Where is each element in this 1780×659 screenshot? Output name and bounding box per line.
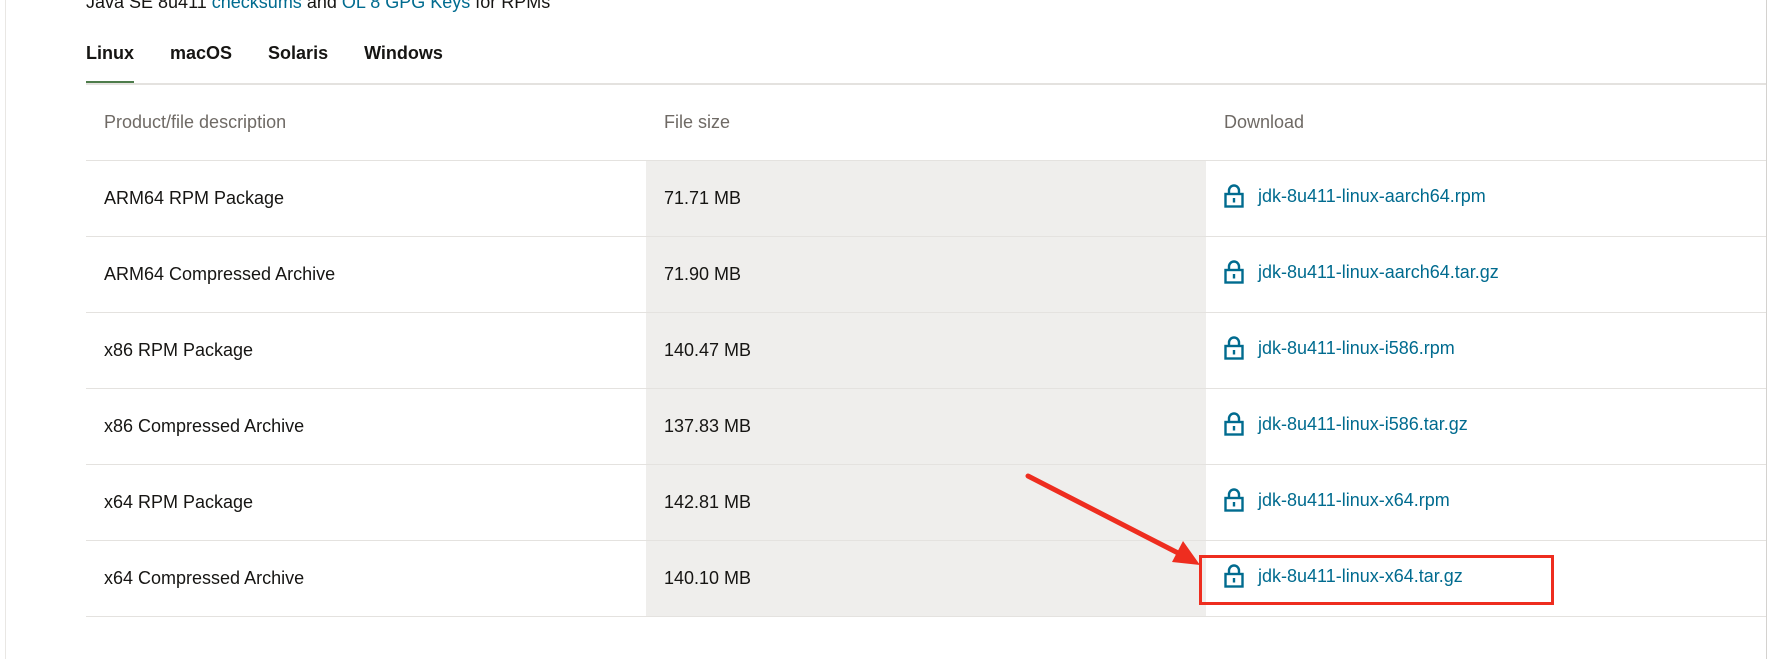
highlight-box	[1199, 555, 1554, 605]
and-text: and	[306, 0, 337, 12]
download-link[interactable]: jdk-8u411-linux-x64.rpm	[1224, 488, 1450, 512]
table-row: x86 Compressed Archive 137.83 MB jdk-8u411…	[86, 388, 1766, 465]
tab-macos[interactable]: macOS	[170, 38, 232, 86]
row-download-cell: jdk-8u411-linux-x64.rpm	[1206, 464, 1766, 541]
download-link[interactable]: jdk-8u411-linux-aarch64.tar.gz	[1224, 260, 1499, 284]
row-file-size: 140.47 MB	[646, 312, 1206, 389]
column-header-file-size: File size	[646, 85, 1206, 161]
downloads-table-wrapper: Product/file description File size Downl…	[86, 85, 1766, 617]
table-row: ARM64 Compressed Archive 71.90 MB jdk-8u41…	[86, 236, 1766, 313]
table-row: ARM64 RPM Package 71.71 MB jdk-8u411-linux…	[86, 160, 1766, 237]
row-file-size: 142.81 MB	[646, 464, 1206, 541]
download-filename: jdk-8u411-linux-aarch64.tar.gz	[1258, 261, 1499, 282]
gpg-keys-link[interactable]: OL 8 GPG Keys	[342, 0, 470, 12]
downloads-table: Product/file description File size Downl…	[86, 85, 1766, 617]
tab-windows[interactable]: Windows	[364, 38, 443, 86]
lock-icon	[1224, 184, 1244, 208]
os-tabs: Linux macOS Solaris Windows	[86, 38, 443, 86]
tab-solaris[interactable]: Solaris	[268, 38, 328, 86]
row-description: x64 Compressed Archive	[86, 540, 646, 617]
row-file-size: 140.10 MB	[646, 540, 1206, 617]
table-header-row: Product/file description File size Downl…	[86, 85, 1766, 161]
download-link[interactable]: jdk-8u411-linux-aarch64.rpm	[1224, 184, 1486, 208]
download-filename: jdk-8u411-linux-i586.rpm	[1258, 337, 1455, 358]
right-scroll-edge	[1766, 0, 1767, 659]
release-label: Java SE 8u411	[86, 0, 207, 12]
page: Java SE 8u411 checksums and OL 8 GPG Key…	[0, 0, 1780, 659]
download-link[interactable]: jdk-8u411-linux-i586.tar.gz	[1224, 412, 1468, 436]
download-link[interactable]: jdk-8u411-linux-i586.rpm	[1224, 336, 1455, 360]
column-header-download: Download	[1206, 85, 1766, 161]
download-filename: jdk-8u411-linux-x64.rpm	[1258, 489, 1450, 510]
left-divider	[5, 0, 6, 659]
row-file-size: 71.71 MB	[646, 160, 1206, 237]
table-row: x64 RPM Package 142.81 MB jdk-8u411-linux-…	[86, 464, 1766, 541]
row-download-cell: jdk-8u411-linux-i586.tar.gz	[1206, 388, 1766, 465]
column-header-description: Product/file description	[86, 85, 646, 161]
row-description: ARM64 RPM Package	[86, 160, 646, 237]
lock-icon	[1224, 336, 1244, 360]
lock-icon	[1224, 260, 1244, 284]
row-download-cell: jdk-8u411-linux-aarch64.tar.gz	[1206, 236, 1766, 313]
row-description: ARM64 Compressed Archive	[86, 236, 646, 313]
checksums-line: Java SE 8u411 checksums and OL 8 GPG Key…	[86, 0, 550, 12]
lock-icon	[1224, 412, 1244, 436]
for-rpms-text: for RPMs	[475, 0, 551, 12]
table-row: x86 RPM Package 140.47 MB jdk-8u411-linux-…	[86, 312, 1766, 389]
row-description: x86 Compressed Archive	[86, 388, 646, 465]
row-description: x86 RPM Package	[86, 312, 646, 389]
row-file-size: 71.90 MB	[646, 236, 1206, 313]
tab-linux[interactable]: Linux	[86, 38, 134, 86]
checksums-link[interactable]: checksums	[212, 0, 302, 12]
download-filename: jdk-8u411-linux-i586.tar.gz	[1258, 413, 1468, 434]
download-filename: jdk-8u411-linux-aarch64.rpm	[1258, 185, 1486, 206]
row-download-cell: jdk-8u411-linux-i586.rpm	[1206, 312, 1766, 389]
lock-icon	[1224, 488, 1244, 512]
row-description: x64 RPM Package	[86, 464, 646, 541]
row-file-size: 137.83 MB	[646, 388, 1206, 465]
row-download-cell: jdk-8u411-linux-aarch64.rpm	[1206, 160, 1766, 237]
